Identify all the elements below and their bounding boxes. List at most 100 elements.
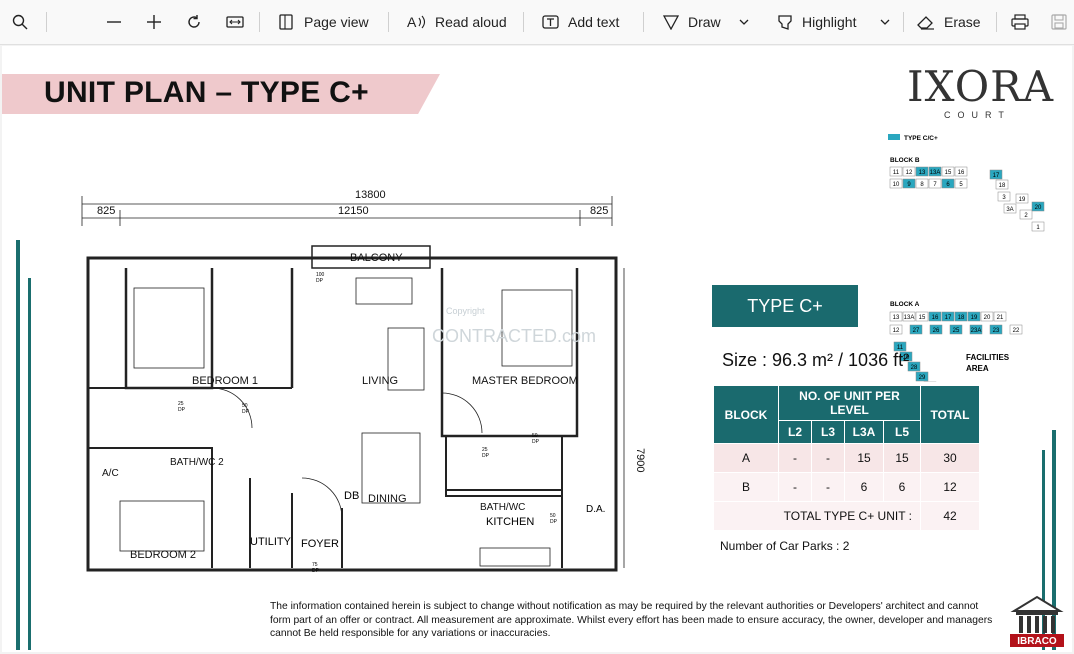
plus-icon — [147, 15, 161, 29]
draw-options-dropdown[interactable] — [738, 0, 750, 44]
keyplan-unit-label: 10 — [893, 182, 900, 188]
cell-value: 15 — [883, 443, 921, 473]
keyplan-unit-label: 22 — [1013, 328, 1020, 334]
keyplan-unit-label: 28 — [911, 365, 918, 371]
keyplan-unit-label: 19 — [971, 315, 978, 321]
unit-size: Size : 96.3 m² / 1036 ft² — [722, 350, 910, 370]
keyplan-unit-label: 13 — [893, 315, 900, 321]
watermark-url: CONTRACTED.com — [432, 326, 597, 346]
watermark: Copyright — [446, 306, 485, 316]
keyplan-unit-label: 16 — [932, 315, 939, 321]
print-button[interactable] — [1011, 0, 1029, 44]
toolbar-divider — [46, 12, 47, 32]
pdf-page: UNIT PLAN – TYPE C+ IXORA COURT TYPE C/C… — [2, 46, 1072, 652]
room-bedroom-2: BEDROOM 2 — [130, 549, 196, 561]
search-button[interactable] — [12, 0, 28, 44]
room-db: DB — [344, 490, 360, 502]
page-view-icon — [279, 14, 293, 30]
rotate-icon — [188, 15, 200, 28]
search-icon — [12, 14, 28, 30]
page-view-label: Page view — [304, 14, 369, 30]
chevron-down-icon — [880, 19, 890, 25]
decor-bar — [28, 278, 31, 650]
draw-button[interactable]: Draw — [662, 0, 721, 44]
save-button[interactable] — [1051, 0, 1067, 44]
draw-pen-icon — [662, 15, 680, 30]
keyplan-unit-label: 26 — [933, 328, 940, 334]
table-row: A - - 15 15 30 — [713, 443, 980, 473]
cell-total: 30 — [920, 443, 980, 473]
key-plan: TYPE C/C+ BLOCK B 11 12 13 13A 15 1610 9 8 7 6 517… — [888, 134, 1045, 382]
cell-block: A — [713, 443, 779, 473]
zoom-out-button[interactable] — [106, 0, 122, 44]
room-dining: DINING — [368, 493, 407, 505]
dp-label: 25 DP — [178, 401, 185, 413]
highlight-label: Highlight — [802, 14, 857, 30]
chevron-down-icon — [739, 19, 749, 25]
keyplan-unit-label: 13A — [904, 315, 915, 321]
dim-left: 825 — [97, 205, 115, 217]
ibraco-logo-icon: IBRACO — [1010, 595, 1064, 647]
dp-label: 50 DP — [550, 513, 557, 525]
keyplan-unit-label: 3A — [1006, 207, 1013, 213]
ixora-logo: IXORA — [907, 62, 1055, 111]
save-disk-icon — [1051, 14, 1067, 30]
type-label-box: TYPE C+ — [712, 285, 858, 327]
keyplan-unit-label: 20 — [1035, 205, 1042, 211]
area-label: AREA — [966, 364, 989, 373]
header-total: TOTAL — [920, 385, 980, 444]
cell-value: - — [778, 472, 812, 502]
cell-value: 6 — [883, 472, 921, 502]
dim-total: 13800 — [355, 189, 386, 201]
cell-value: 15 — [844, 443, 884, 473]
block-b-label: BLOCK B — [890, 157, 920, 164]
highlight-button[interactable]: Highlight — [776, 0, 856, 44]
block-a-units: 13 13A 15 16 17 18 19 20 2112 27 26 25 23A 23 22111028… — [889, 311, 1023, 382]
dp-label: 25 DP — [482, 447, 489, 459]
keyplan-unit-label: 16 — [958, 170, 965, 176]
room-master-bedroom: MASTER BEDROOM — [472, 375, 578, 387]
cell-value: - — [811, 472, 845, 502]
keyplan-unit-label: 19 — [1019, 197, 1026, 203]
header-level: L5 — [883, 420, 921, 444]
zoom-in-button[interactable] — [146, 0, 162, 44]
keyplan-unit-label: 12 — [906, 170, 913, 176]
erase-button[interactable]: Erase — [916, 0, 981, 44]
fit-width-button[interactable] — [226, 0, 244, 44]
keyplan-unit-label: 15 — [945, 170, 952, 176]
legend-label: TYPE C/C+ — [904, 135, 938, 142]
room-ac: A/C — [102, 468, 119, 479]
toolbar-divider — [388, 12, 389, 32]
unit-count-table: BLOCK NO. OF UNIT PER LEVEL TOTAL L2 L3 … — [713, 385, 980, 531]
room-living: LIVING — [362, 375, 398, 387]
dim-right: 825 — [590, 205, 608, 217]
add-text-button[interactable]: Add text — [542, 0, 619, 44]
highlighter-icon — [778, 15, 792, 30]
total-value: 42 — [920, 501, 980, 531]
legend-swatch — [888, 134, 900, 140]
toolbar-divider — [996, 12, 997, 32]
printer-icon — [1011, 14, 1029, 30]
cell-block: B — [713, 472, 779, 502]
room-kitchen: KITCHEN — [486, 516, 535, 528]
keyplan-unit-label: 25 — [953, 328, 960, 334]
room-da: D.A. — [586, 504, 606, 515]
block-b-units: 11 12 13 13A 15 1610 9 8 7 6 5171833A192201 — [889, 166, 1045, 232]
page-view-button[interactable]: Page view — [278, 0, 369, 44]
header-block: BLOCK — [713, 385, 779, 444]
fit-width-icon — [226, 16, 244, 28]
rotate-button[interactable] — [186, 0, 202, 44]
decor-bar — [16, 240, 20, 650]
keyplan-unit-label: 23 — [993, 328, 1000, 334]
read-aloud-button[interactable]: A Read aloud — [407, 0, 507, 44]
erase-label: Erase — [944, 14, 981, 30]
read-aloud-icon: A — [407, 14, 426, 30]
header-level: L3 — [811, 420, 845, 444]
highlight-options-dropdown[interactable] — [879, 0, 891, 44]
block-a-label: BLOCK A — [890, 301, 920, 308]
toolbar-divider — [523, 12, 524, 32]
cell-value: - — [811, 443, 845, 473]
keyplan-unit-label: 12 — [893, 328, 900, 334]
add-text-label: Add text — [568, 14, 620, 30]
dp-label: 75 DP — [312, 562, 319, 574]
